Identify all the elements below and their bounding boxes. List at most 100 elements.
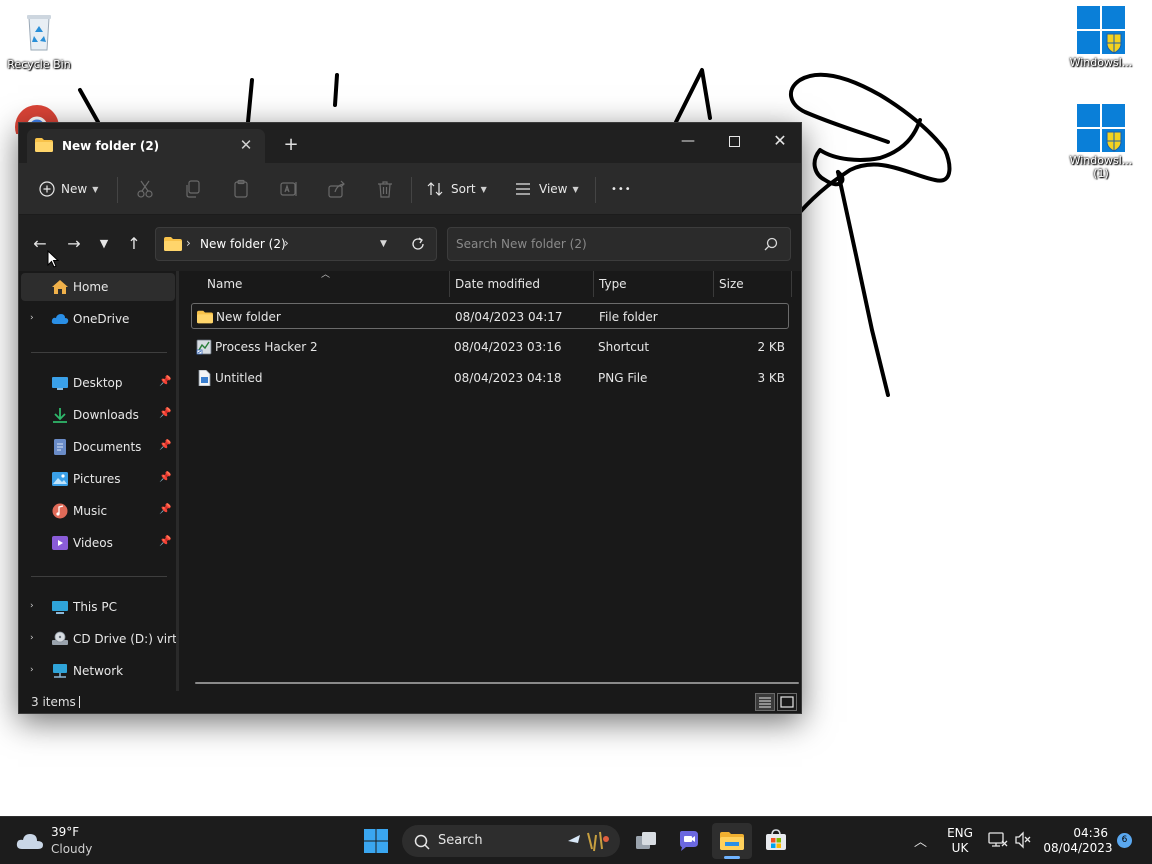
nav-item-home[interactable]: Home (21, 273, 175, 301)
nav-item-desktop[interactable]: Desktop 📌 (21, 369, 175, 397)
details-view-button[interactable] (755, 693, 775, 711)
column-resize-handle[interactable] (713, 271, 714, 297)
nav-pane-scrollbar[interactable] (176, 271, 179, 691)
volume-muted-icon[interactable] (1014, 831, 1032, 849)
expand-chevron-icon[interactable]: › (30, 601, 34, 611)
windows-installer-shortcut[interactable]: WindowsI... (1062, 6, 1140, 69)
new-button[interactable]: New ▼ (39, 175, 98, 203)
pin-icon[interactable]: 📌 (159, 536, 171, 547)
sort-button[interactable]: Sort ▼ (427, 175, 487, 203)
folder-icon (164, 237, 182, 251)
pin-icon[interactable]: 📌 (159, 472, 171, 483)
nav-item-this-pc[interactable]: › This PC (21, 593, 175, 621)
taskbar-search[interactable]: Search (402, 825, 620, 857)
nav-item-onedrive[interactable]: › OneDrive (21, 305, 175, 333)
cloud-icon (16, 834, 43, 849)
status-divider (79, 696, 80, 708)
windows-logo-icon (364, 829, 388, 853)
delete-icon[interactable] (375, 179, 395, 199)
column-headers: ︿ Name Date modified Type Size (191, 270, 801, 303)
file-row-untitled[interactable]: Untitled 08/04/2023 04:18 PNG File 3 KB (191, 365, 789, 391)
paste-icon[interactable] (231, 179, 251, 199)
expand-chevron-icon[interactable]: › (30, 633, 34, 643)
recent-locations-chevron-icon[interactable]: ▼ (93, 233, 115, 255)
view-button[interactable]: View ▼ (515, 175, 579, 203)
teams-chat-button[interactable] (668, 823, 708, 859)
minimize-icon[interactable]: — (665, 127, 711, 155)
nav-item-network[interactable]: › Network (21, 657, 175, 685)
column-header-name[interactable]: Name (207, 277, 447, 303)
weather-widget[interactable]: 39°F Cloudy (16, 825, 106, 859)
file-name: Untitled (215, 371, 263, 385)
column-header-type[interactable]: Type (599, 277, 711, 303)
file-list-scrollbar[interactable] (195, 682, 799, 684)
nav-item-pictures[interactable]: Pictures 📌 (21, 465, 175, 493)
column-header-date[interactable]: Date modified (455, 277, 593, 303)
file-explorer-taskbar-button[interactable] (712, 823, 752, 859)
pin-icon[interactable]: 📌 (159, 504, 171, 515)
tab-new-folder-2[interactable]: New folder (2) ✕ (27, 129, 265, 163)
weather-condition: Cloudy (51, 842, 93, 856)
task-view-icon (636, 832, 656, 849)
file-size: 2 KB (757, 340, 785, 354)
nav-item-downloads[interactable]: Downloads 📌 (21, 401, 175, 429)
breadcrumb-current[interactable]: New folder (2) (200, 237, 286, 251)
microsoft-store-button[interactable] (756, 823, 796, 859)
network-status-icon[interactable] (988, 831, 1008, 849)
close-tab-icon[interactable]: ✕ (237, 136, 255, 154)
maximize-icon[interactable] (711, 127, 757, 155)
recycle-bin-shortcut[interactable]: Recycle Bin (0, 8, 78, 71)
windows-installer-copy-shortcut[interactable]: WindowsI... (1) (1062, 104, 1140, 180)
copy-icon[interactable] (183, 179, 203, 199)
column-resize-handle[interactable] (791, 271, 792, 297)
tab-title: New folder (2) (62, 139, 160, 153)
close-window-icon[interactable]: ✕ (757, 127, 803, 155)
rename-icon[interactable] (279, 179, 299, 199)
file-row-process-hacker-2[interactable]: Process Hacker 2 08/04/2023 03:16 Shortc… (191, 334, 789, 360)
recycle-bin-label: Recycle Bin (7, 58, 71, 71)
chevron-down-icon: ▼ (480, 184, 487, 194)
pin-icon[interactable]: 📌 (159, 408, 171, 419)
cut-icon[interactable] (135, 179, 155, 199)
column-header-size[interactable]: Size (719, 277, 789, 303)
download-icon (53, 408, 67, 423)
notification-badge[interactable]: 6 (1117, 833, 1132, 848)
file-explorer-icon (720, 832, 744, 850)
new-label: New (61, 182, 88, 196)
column-resize-handle[interactable] (593, 271, 594, 297)
pin-icon[interactable]: 📌 (159, 440, 171, 451)
share-icon[interactable] (327, 179, 347, 199)
thumbnail-view-button[interactable] (777, 693, 797, 711)
clock[interactable]: 04:36 08/04/2023 (1042, 826, 1114, 856)
command-bar: New ▼ Sort ▼ View ▼ ••• (19, 163, 801, 215)
column-resize-handle[interactable] (449, 271, 450, 297)
home-icon (52, 280, 68, 294)
expand-chevron-icon[interactable]: › (30, 313, 34, 323)
task-view-button[interactable] (626, 823, 666, 859)
folder-icon (35, 138, 53, 152)
more-icon: ••• (611, 183, 632, 195)
expand-chevron-icon[interactable]: › (30, 665, 34, 675)
nav-item-documents[interactable]: Documents 📌 (21, 433, 175, 461)
sort-icon (427, 182, 443, 196)
file-name: New folder (216, 310, 281, 324)
forward-arrow-icon[interactable]: → (63, 233, 85, 255)
nav-item-cd-drive[interactable]: › CD Drive (D:) virtio- (21, 625, 177, 653)
start-button[interactable] (356, 823, 396, 859)
address-bar[interactable]: › New folder (2) › ▼ (155, 227, 437, 261)
pin-icon[interactable]: 📌 (159, 376, 171, 387)
address-history-chevron-icon[interactable]: ▼ (380, 239, 387, 249)
search-icon (414, 834, 430, 850)
up-arrow-icon[interactable]: ↑ (123, 233, 145, 255)
search-box[interactable] (447, 227, 791, 261)
windows-shield-icon (1077, 6, 1125, 54)
nav-item-videos[interactable]: Videos 📌 (21, 529, 175, 557)
new-tab-icon[interactable]: + (281, 135, 301, 155)
file-row-new-folder[interactable]: New folder 08/04/2023 04:17 File folder (191, 303, 789, 329)
nav-item-music[interactable]: Music 📌 (21, 497, 175, 525)
show-hidden-icons-chevron-icon[interactable]: ︿ (914, 831, 927, 850)
search-input[interactable] (456, 236, 756, 252)
see-more-button[interactable]: ••• (611, 175, 632, 203)
input-language-indicator[interactable]: ENG UK (942, 826, 978, 856)
refresh-icon[interactable] (410, 236, 426, 252)
